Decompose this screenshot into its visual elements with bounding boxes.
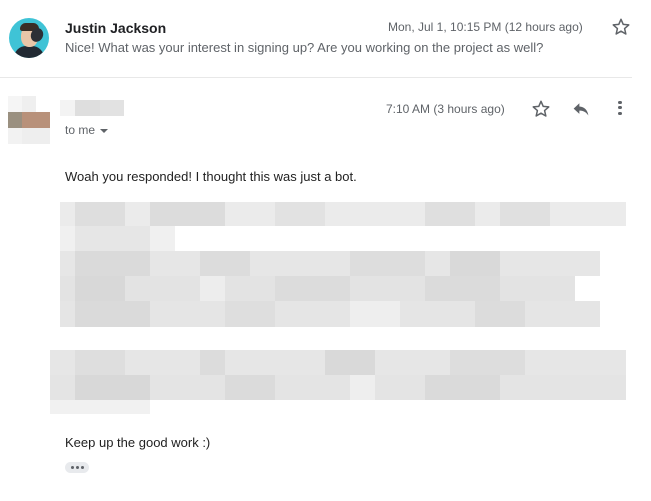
sender-name: Justin Jackson <box>65 20 167 36</box>
redacted-paragraph <box>60 202 626 327</box>
show-trimmed-content-button[interactable] <box>65 462 89 473</box>
star-icon <box>612 18 630 35</box>
message-divider <box>0 77 632 78</box>
message-body-line: Woah you responded! I thought this was j… <box>65 169 357 184</box>
message-body-line: Keep up the good work :) <box>65 435 211 450</box>
redacted-sender-name <box>60 100 124 116</box>
redacted-paragraph <box>50 350 626 414</box>
redacted-avatar <box>8 96 52 144</box>
more-horiz-icon <box>70 466 74 469</box>
reply-icon <box>573 103 589 116</box>
reply-button[interactable] <box>571 100 591 123</box>
sender-avatar <box>9 18 49 58</box>
more-vert-icon <box>613 100 627 115</box>
caret-down-icon <box>100 128 109 133</box>
star-button[interactable] <box>531 99 551 119</box>
more-options-button[interactable] <box>613 99 627 119</box>
star-icon <box>532 100 550 117</box>
recipient-details-toggle[interactable]: to me <box>65 123 109 137</box>
message-date: Mon, Jul 1, 10:15 PM (12 hours ago) <box>388 20 583 34</box>
star-button[interactable] <box>611 17 631 37</box>
message-time: 7:10 AM (3 hours ago) <box>386 102 505 116</box>
recipient-label: to me <box>65 123 96 137</box>
message-snippet[interactable]: Nice! What was your interest in signing … <box>65 40 543 55</box>
